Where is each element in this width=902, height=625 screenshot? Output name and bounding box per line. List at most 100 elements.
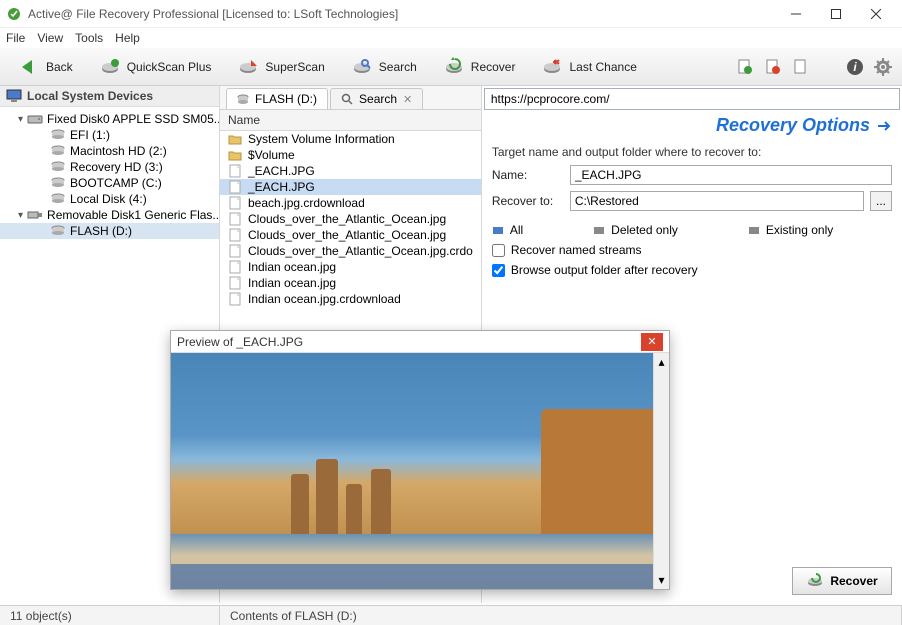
toolbar: Back QuickScan Plus SuperScan Search Rec…	[0, 48, 902, 86]
minimize-button[interactable]	[776, 0, 816, 28]
scroll-down-icon[interactable]: ▾	[658, 573, 664, 587]
recover-to-input[interactable]	[570, 191, 864, 211]
maximize-button[interactable]	[816, 0, 856, 28]
recover-action-icon	[806, 572, 824, 590]
quickscan-button[interactable]: QuickScan Plus	[89, 52, 222, 82]
file-icon	[228, 212, 242, 226]
search-button[interactable]: Search	[341, 52, 427, 82]
superscan-button[interactable]: SuperScan	[227, 52, 334, 82]
menubar: File View Tools Help	[0, 28, 902, 48]
disk-icon	[27, 112, 43, 126]
list-item[interactable]: $Volume	[220, 147, 481, 163]
file-icon	[228, 244, 242, 258]
name-input[interactable]	[570, 165, 892, 185]
menu-view[interactable]: View	[37, 31, 63, 45]
app-icon	[6, 6, 22, 22]
tree-node[interactable]: FLASH (D:)	[0, 223, 219, 239]
superscan-label: SuperScan	[265, 60, 324, 74]
doc-ok-icon[interactable]	[734, 56, 756, 78]
filter-existing[interactable]: Existing only	[748, 223, 833, 237]
scroll-up-icon[interactable]: ▴	[658, 355, 664, 369]
tree-node[interactable]: Local Disk (4:)	[0, 191, 219, 207]
tree-node[interactable]: BOOTCAMP (C:)	[0, 175, 219, 191]
lastchance-button[interactable]: Last Chance	[531, 52, 646, 82]
url-box: https://pcprocore.com/	[484, 88, 900, 110]
browse-button[interactable]: ...	[870, 191, 892, 211]
filter-all[interactable]: All	[492, 223, 523, 237]
usb-icon	[27, 208, 43, 222]
back-label: Back	[46, 60, 73, 74]
info-icon[interactable]: i	[844, 56, 866, 78]
back-button[interactable]: Back	[8, 52, 83, 82]
arrow-right-icon[interactable]	[876, 118, 892, 134]
close-tab-icon[interactable]: ✕	[403, 93, 412, 106]
list-item[interactable]: beach.jpg.crdownload	[220, 195, 481, 211]
filter-existing-label: Existing only	[766, 223, 833, 237]
recover-streams-checkbox[interactable]	[492, 244, 505, 257]
status-objects: 11 object(s)	[0, 606, 220, 625]
volume-icon	[50, 144, 66, 158]
preview-image	[171, 353, 653, 589]
list-item[interactable]: Clouds_over_the_Atlantic_Ocean.jpg	[220, 227, 481, 243]
tree-label: BOOTCAMP (C:)	[70, 176, 162, 190]
expand-icon[interactable]: ▾	[18, 210, 23, 221]
name-label: Name:	[492, 168, 564, 182]
tab-search[interactable]: Search ✕	[330, 88, 423, 109]
expand-icon[interactable]: ▾	[18, 114, 23, 125]
list-item[interactable]: Indian ocean.jpg	[220, 275, 481, 291]
list-item[interactable]: Clouds_over_the_Atlantic_Ocean.jpg.crdo	[220, 243, 481, 259]
recover-button-toolbar[interactable]: Recover	[433, 52, 526, 82]
list-item[interactable]: Indian ocean.jpg	[220, 259, 481, 275]
doc-icon[interactable]	[790, 56, 812, 78]
gear-icon[interactable]	[872, 56, 894, 78]
status-contents: Contents of FLASH (D:)	[220, 606, 902, 625]
tree-node[interactable]: ▾Fixed Disk0 APPLE SSD SM05...	[0, 111, 219, 127]
file-icon	[228, 164, 242, 178]
recover-streams-label: Recover named streams	[511, 243, 642, 257]
tree-node[interactable]: EFI (1:)	[0, 127, 219, 143]
preview-titlebar[interactable]: Preview of _EACH.JPG ✕	[171, 331, 669, 353]
tree-label: FLASH (D:)	[70, 224, 132, 238]
tab-flash[interactable]: FLASH (D:)	[226, 88, 328, 109]
tab-search-label: Search	[359, 92, 397, 106]
file-name: System Volume Information	[248, 132, 395, 146]
volume-icon	[50, 224, 66, 238]
tree-node[interactable]: Recovery HD (3:)	[0, 159, 219, 175]
list-item[interactable]: Indian ocean.jpg.crdownload	[220, 291, 481, 307]
folder-icon	[228, 132, 242, 146]
preview-close-button[interactable]: ✕	[641, 333, 663, 351]
browse-folder-checkbox[interactable]	[492, 264, 505, 277]
list-item[interactable]: Clouds_over_the_Atlantic_Ocean.jpg	[220, 211, 481, 227]
tree-label: EFI (1:)	[70, 128, 110, 142]
tree-label: Recovery HD (3:)	[70, 160, 163, 174]
list-item[interactable]: System Volume Information	[220, 131, 481, 147]
preview-scrollbar[interactable]: ▴ ▾	[653, 353, 669, 589]
menu-tools[interactable]: Tools	[75, 31, 103, 45]
file-name: beach.jpg.crdownload	[248, 196, 365, 210]
file-name: $Volume	[248, 148, 295, 162]
recover-icon	[443, 56, 465, 78]
list-item[interactable]: _EACH.JPG	[220, 163, 481, 179]
tree-node[interactable]: ▾ Removable Disk1 Generic Flas...	[0, 207, 219, 223]
recover-action-button[interactable]: Recover	[792, 567, 892, 595]
volume-icon	[50, 128, 66, 142]
tree-node[interactable]: Macintosh HD (2:)	[0, 143, 219, 159]
doc-del-icon[interactable]	[762, 56, 784, 78]
url-text: https://pcprocore.com/	[491, 92, 610, 106]
menu-help[interactable]: Help	[115, 31, 140, 45]
tree-label: Removable Disk1 Generic Flas...	[47, 208, 219, 222]
target-desc: Target name and output folder where to r…	[492, 145, 892, 159]
column-header-name[interactable]: Name	[220, 110, 481, 131]
filter-deleted[interactable]: Deleted only	[593, 223, 678, 237]
monitor-icon	[6, 89, 22, 103]
lastchance-label: Last Chance	[569, 60, 636, 74]
menu-file[interactable]: File	[6, 31, 25, 45]
search-tab-icon	[341, 93, 353, 105]
tree-label: Local Disk (4:)	[70, 192, 147, 206]
close-button[interactable]	[856, 0, 896, 28]
file-icon	[228, 276, 242, 290]
list-item[interactable]: _EACH.JPG	[220, 179, 481, 195]
back-icon	[18, 56, 40, 78]
file-name: _EACH.JPG	[248, 164, 315, 178]
quickscan-icon	[99, 56, 121, 78]
